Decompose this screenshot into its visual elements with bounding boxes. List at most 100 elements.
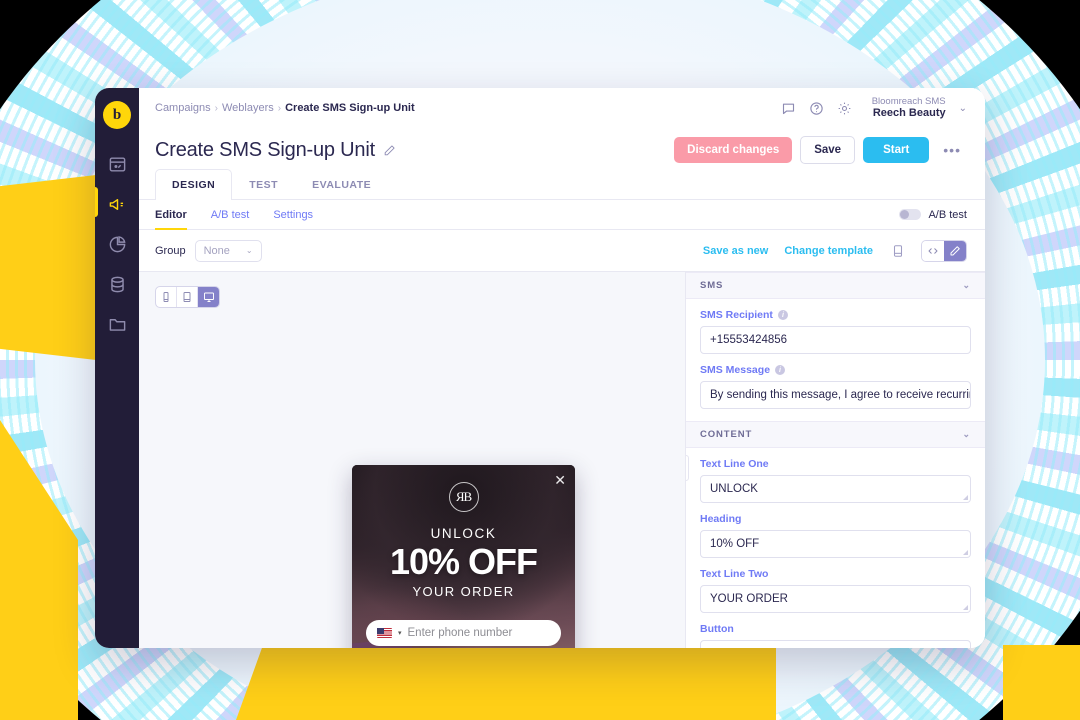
chevron-down-icon: ⌄: [245, 246, 253, 255]
text-line-one-input[interactable]: UNLOCK: [700, 475, 971, 503]
panel-resize-handle[interactable]: [686, 455, 689, 481]
section-title-sms: SMS: [700, 280, 724, 291]
breadcrumb-campaigns[interactable]: Campaigns: [155, 102, 211, 114]
sms-message-input[interactable]: By sending this message, I agree to rece…: [700, 381, 971, 409]
start-button[interactable]: Start: [863, 137, 930, 163]
sidebar-item-data[interactable]: [105, 275, 129, 299]
info-icon[interactable]: i: [775, 365, 786, 375]
weblayer-popup-preview[interactable]: ✕ ЯB UNLOCK 10% OFF YOUR ORDER ▾ Enter p…: [352, 465, 575, 648]
field-label: SMS Recipient i: [700, 309, 971, 321]
header-actions: Discard changes Save Start •••: [674, 136, 967, 164]
popup-text-line-two: YOUR ORDER: [412, 584, 515, 600]
us-flag-icon: [377, 628, 392, 639]
tab-ab-test[interactable]: A/B test: [211, 200, 264, 230]
header-bar: Campaigns › Weblayers › Create SMS Sign-…: [139, 88, 985, 128]
tab-settings[interactable]: Settings: [273, 200, 327, 230]
chevron-down-icon[interactable]: ⌄: [959, 103, 967, 114]
pencil-edit-icon[interactable]: [944, 240, 966, 261]
breadcrumb-separator: ›: [277, 102, 282, 114]
view-mode-segment: [921, 239, 967, 262]
device-mobile-button[interactable]: [156, 287, 177, 307]
discard-changes-button[interactable]: Discard changes: [674, 137, 793, 163]
weblayers-icon: [108, 155, 127, 179]
sidebar-item-campaigns[interactable]: [105, 195, 129, 219]
account-workspace: Bloomreach SMS: [871, 95, 946, 107]
editor-toolbar: Group None ⌄ Save as new Change template: [139, 230, 985, 272]
brand-monogram: ЯB: [448, 482, 479, 512]
yellow-accent-left-top: [0, 175, 96, 360]
chevron-down-icon: ⌄: [962, 429, 971, 439]
chat-icon[interactable]: [778, 97, 800, 119]
save-as-new-button[interactable]: Save as new: [703, 245, 768, 257]
field-text-line-two: Text Line Two YOUR ORDER: [686, 568, 985, 613]
device-tablet-button[interactable]: [177, 287, 198, 307]
popup-phone-input[interactable]: ▾ Enter phone number: [366, 620, 561, 647]
analytics-icon: [108, 235, 127, 259]
account-name: Reech Beauty: [872, 107, 946, 120]
field-label-text: SMS Message: [700, 364, 771, 376]
page-title: Create SMS Sign-up Unit: [155, 138, 375, 161]
bloomreach-logo[interactable]: b: [103, 101, 131, 129]
change-template-button[interactable]: Change template: [784, 245, 873, 257]
more-options-button[interactable]: •••: [937, 142, 967, 158]
account-switcher[interactable]: Bloomreach SMS Reech Beauty: [872, 96, 946, 121]
title-row: Create SMS Sign-up Unit Discard changes …: [139, 128, 985, 168]
left-nav-rail: b: [95, 88, 139, 648]
group-select-value: None: [203, 244, 230, 257]
ab-test-toggle-label: A/B test: [928, 208, 967, 221]
section-header-sms[interactable]: SMS ⌄: [686, 272, 985, 299]
yellow-accent-bottom: [236, 645, 776, 720]
code-view-icon[interactable]: [922, 240, 944, 261]
device-preview-toggles: [155, 286, 220, 308]
ab-test-toggle[interactable]: [899, 209, 922, 220]
heading-input[interactable]: 10% OFF: [700, 530, 971, 558]
device-desktop-button[interactable]: [198, 287, 219, 307]
sidebar-item-weblayers[interactable]: [105, 155, 129, 179]
field-sms-message: SMS Message i By sending this message, I…: [686, 364, 985, 409]
field-sms-recipient: SMS Recipient i +15553424856: [686, 309, 985, 354]
settings-panel-scroll[interactable]: SMS ⌄ SMS Recipient i +15553424856 SMS M…: [686, 272, 985, 648]
main-column: Campaigns › Weblayers › Create SMS Sign-…: [139, 88, 985, 648]
sms-recipient-input[interactable]: +15553424856: [700, 326, 971, 354]
preview-canvas: ✕ ЯB UNLOCK 10% OFF YOUR ORDER ▾ Enter p…: [139, 272, 685, 648]
pencil-edit-icon[interactable]: [383, 144, 396, 157]
field-text-line-one: Text Line One UNLOCK: [686, 458, 985, 503]
tab-evaluate[interactable]: EVALUATE: [295, 169, 388, 200]
section-title-content: CONTENT: [700, 429, 753, 440]
database-icon: [108, 275, 127, 299]
tab-editor[interactable]: Editor: [155, 200, 201, 230]
nav-active-marker: [95, 187, 98, 217]
text-line-two-input[interactable]: YOUR ORDER: [700, 585, 971, 613]
field-label: SMS Message i: [700, 364, 971, 376]
section-header-content[interactable]: CONTENT ⌄: [686, 421, 985, 448]
tab-design[interactable]: DESIGN: [155, 169, 233, 200]
field-label-text: SMS Recipient: [700, 309, 773, 321]
popup-content: ЯB UNLOCK 10% OFF YOUR ORDER ▾ Enter pho…: [352, 465, 575, 648]
primary-tabs: DESIGN TEST EVALUATE: [139, 168, 985, 200]
sidebar-item-assets[interactable]: [105, 315, 129, 339]
popup-heading: 10% OFF: [389, 541, 538, 582]
help-icon[interactable]: [806, 97, 828, 119]
field-label-text: Heading: [700, 513, 742, 525]
button-text-input[interactable]: GET 10% OFF NOW: [700, 640, 971, 648]
field-label: Text Line Two: [700, 568, 971, 580]
chevron-down-icon: ⌄: [962, 280, 971, 290]
folder-icon: [108, 315, 127, 339]
yellow-accent-bottom-right: [1003, 645, 1080, 720]
group-select[interactable]: None ⌄: [194, 239, 262, 262]
info-icon[interactable]: i: [777, 310, 788, 320]
chevron-down-icon[interactable]: ▾: [398, 629, 402, 637]
campaigns-icon: [108, 195, 127, 219]
field-label: Text Line One: [700, 458, 971, 470]
breadcrumb-weblayers[interactable]: Weblayers: [222, 102, 274, 114]
breadcrumb-current: Create SMS Sign-up Unit: [285, 102, 415, 114]
popup-text-line-one: UNLOCK: [430, 526, 497, 541]
sidebar-item-analytics[interactable]: [105, 235, 129, 259]
save-button[interactable]: Save: [800, 136, 856, 164]
gear-icon[interactable]: [834, 97, 856, 119]
popup-input-placeholder: Enter phone number: [407, 627, 513, 640]
tab-test[interactable]: TEST: [232, 169, 295, 200]
mobile-preview-icon[interactable]: [887, 240, 909, 262]
field-button: Button GET 10% OFF NOW: [686, 623, 985, 648]
